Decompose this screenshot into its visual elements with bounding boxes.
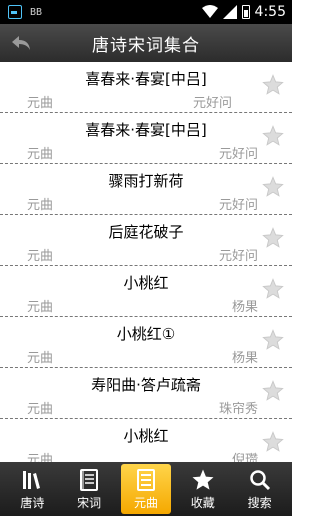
favorite-star-icon[interactable] [262, 227, 284, 249]
tab-label: 宋词 [77, 495, 102, 510]
poem-genre: 元曲 [27, 249, 54, 264]
favorite-star-icon[interactable] [262, 278, 284, 300]
tab-label: 唐诗 [20, 495, 45, 510]
favorite-star-icon[interactable] [262, 125, 284, 147]
favorite-star-icon[interactable] [262, 74, 284, 96]
status-right: 4:55 [201, 4, 286, 20]
status-bar: BB 4:55 [0, 0, 292, 24]
bottom-tab-bar: 唐诗 宋词 元曲 收藏 搜索 [0, 462, 292, 516]
poem-genre: 元曲 [27, 96, 54, 111]
list-icon [136, 468, 155, 491]
status-left: BB [8, 5, 42, 19]
poem-genre: 元曲 [27, 147, 54, 162]
title-bar: 唐诗宋词集合 [0, 24, 292, 62]
poem-title: 喜春来·春宴[中吕] [85, 70, 207, 88]
notebook-icon [80, 468, 99, 491]
notification-icon [8, 5, 22, 19]
star-icon [192, 469, 214, 490]
poem-title: 寿阳曲·答卢疏斋 [91, 376, 201, 394]
poem-genre: 元曲 [27, 453, 54, 462]
poem-author: 元好问 [192, 96, 232, 111]
status-clock: 4:55 [254, 4, 286, 20]
tab-favorites[interactable]: 收藏 [178, 462, 228, 516]
tab-search[interactable]: 搜索 [235, 462, 285, 516]
poem-genre: 元曲 [27, 402, 54, 417]
poem-author: 珠帘秀 [218, 402, 258, 417]
list-item[interactable]: 喜春来·春宴[中吕] 元曲 元好问 [0, 62, 292, 113]
poem-author: 倪瓒 [231, 453, 258, 462]
poem-title: 小桃红 [123, 274, 169, 292]
wifi-icon [201, 5, 218, 18]
list-item[interactable]: 小桃红① 元曲 杨果 [0, 317, 292, 368]
app-notification-icon: BB [30, 6, 43, 18]
favorite-star-icon[interactable] [262, 380, 284, 402]
poem-genre: 元曲 [27, 300, 54, 315]
poem-title: 小桃红① [116, 325, 176, 343]
tab-label: 收藏 [190, 495, 215, 510]
poem-title: 骤雨打新荷 [108, 172, 184, 190]
list-item[interactable]: 寿阳曲·答卢疏斋 元曲 珠帘秀 [0, 368, 292, 419]
tab-yuan-qu[interactable]: 元曲 [120, 464, 171, 514]
poem-author: 杨果 [231, 351, 258, 366]
poem-list: 喜春来·春宴[中吕] 元曲 元好问 喜春来·春宴[中吕] 元曲 元好问 骤雨打新… [0, 62, 292, 462]
list-item[interactable]: 后庭花破子 元曲 元好问 [0, 215, 292, 266]
tab-song-ci[interactable]: 宋词 [64, 462, 114, 516]
list-item[interactable]: 小桃红 元曲 杨果 [0, 266, 292, 317]
list-item[interactable]: 小桃红 元曲 倪瓒 [0, 419, 292, 462]
tab-label: 搜索 [247, 495, 272, 510]
search-icon [249, 469, 270, 490]
page-title: 唐诗宋词集合 [92, 35, 200, 56]
poem-genre: 元曲 [27, 198, 54, 213]
list-item[interactable]: 喜春来·春宴[中吕] 元曲 元好问 [0, 113, 292, 164]
poem-genre: 元曲 [27, 351, 54, 366]
books-icon [23, 470, 41, 489]
back-button[interactable] [8, 30, 34, 56]
poem-author: 杨果 [231, 300, 258, 315]
favorite-star-icon[interactable] [262, 329, 284, 351]
signal-icon [222, 5, 237, 19]
poem-title: 喜春来·春宴[中吕] [85, 121, 207, 139]
favorite-star-icon[interactable] [262, 176, 284, 198]
poem-author: 元好问 [218, 249, 258, 264]
poem-title: 小桃红 [123, 427, 169, 445]
tab-label: 元曲 [133, 495, 158, 510]
poem-author: 元好问 [218, 198, 258, 213]
battery-icon [241, 5, 250, 19]
poem-author: 元好问 [218, 147, 258, 162]
poem-title: 后庭花破子 [108, 223, 184, 241]
back-arrow-icon [12, 36, 30, 50]
tab-tang-poems[interactable]: 唐诗 [7, 462, 57, 516]
favorite-star-icon[interactable] [262, 431, 284, 453]
list-item[interactable]: 骤雨打新荷 元曲 元好问 [0, 164, 292, 215]
